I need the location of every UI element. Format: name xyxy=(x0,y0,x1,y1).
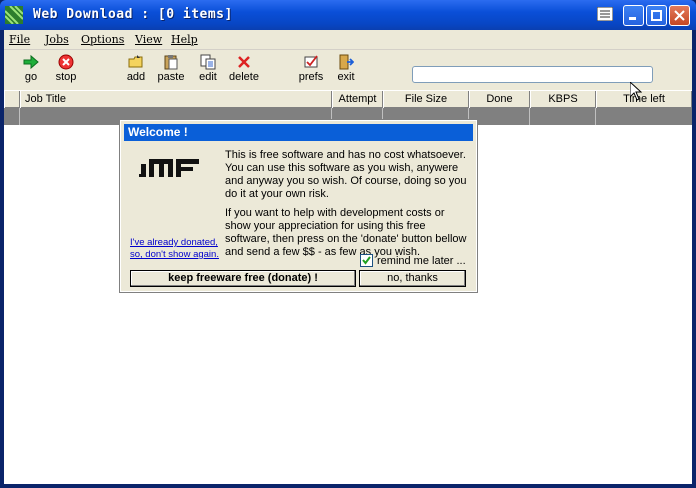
already-donated-link[interactable]: I've already donated, so, don't show aga… xyxy=(130,237,226,261)
menu-help[interactable]: Help xyxy=(171,33,198,46)
column-header-job-title[interactable]: Job Title xyxy=(20,91,332,108)
clipboard-icon xyxy=(164,55,178,70)
paste-label: paste xyxy=(157,71,185,83)
menu-file[interactable]: File xyxy=(9,33,30,46)
menu-view[interactable]: View xyxy=(135,33,162,46)
column-header-kbps[interactable]: KBPS xyxy=(530,91,596,108)
app-window: Web Download : [0 items] File Jobs Optio… xyxy=(0,0,696,488)
system-menu-icon[interactable] xyxy=(597,7,613,21)
exit-button[interactable]: exit xyxy=(335,54,357,83)
no-thanks-button[interactable]: no, thanks xyxy=(359,270,466,287)
add-button[interactable]: add xyxy=(124,54,148,83)
delete-x-icon xyxy=(238,56,250,68)
title-bar[interactable]: Web Download : [0 items] xyxy=(0,0,696,30)
donate-button[interactable]: keep freeware free (donate) ! xyxy=(130,270,356,287)
menu-options[interactable]: Options xyxy=(81,33,124,46)
table-cell xyxy=(4,108,20,125)
column-header-attempt[interactable]: Attempt xyxy=(332,91,383,108)
checklist-icon xyxy=(304,55,318,68)
close-button[interactable] xyxy=(669,5,690,26)
column-label: Done xyxy=(486,93,513,105)
remind-later-checkbox[interactable] xyxy=(360,254,373,267)
checkmark-icon xyxy=(362,256,371,265)
app-icon xyxy=(5,6,23,24)
table-cell xyxy=(469,108,530,125)
table-header: Job Title Attempt File Size Done KBPS Ti… xyxy=(4,90,692,108)
stop-button[interactable]: stop xyxy=(54,54,78,83)
edit-icon xyxy=(200,54,216,70)
add-label: add xyxy=(126,71,146,83)
stop-icon xyxy=(58,54,74,70)
open-folder-icon xyxy=(128,55,143,68)
minimize-button[interactable] xyxy=(623,5,644,26)
go-label: go xyxy=(24,71,38,83)
close-icon xyxy=(674,10,685,21)
exit-door-icon xyxy=(339,54,354,70)
column-label: KBPS xyxy=(548,93,578,105)
edit-button[interactable]: edit xyxy=(197,54,219,83)
column-header-done[interactable]: Done xyxy=(469,91,530,108)
table-cell xyxy=(530,108,596,125)
exit-label: exit xyxy=(337,71,355,83)
column-label: File Size xyxy=(404,93,448,105)
column-header-file-size[interactable]: File Size xyxy=(383,91,469,108)
window-title: Web Download : [0 items] xyxy=(33,7,233,22)
mouse-cursor-icon xyxy=(630,82,642,101)
dialog-paragraph-2: If you want to help with development cos… xyxy=(225,207,467,258)
dialog-paragraph-1: This is free software and has no cost wh… xyxy=(225,149,467,200)
column-header-time-left[interactable]: Time left xyxy=(596,91,692,108)
delete-label: delete xyxy=(229,71,259,83)
edit-label: edit xyxy=(199,71,217,83)
prefs-label: prefs xyxy=(298,71,324,83)
dialog-title: Welcome ! xyxy=(124,124,473,141)
paste-button[interactable]: paste xyxy=(157,54,185,83)
minimize-icon xyxy=(629,17,636,20)
menu-bar: File Jobs Options View Help xyxy=(4,30,692,50)
jmf-logo xyxy=(139,159,199,177)
go-button[interactable]: go xyxy=(21,54,41,83)
column-header-select[interactable] xyxy=(4,91,20,108)
menu-jobs[interactable]: Jobs xyxy=(45,33,69,46)
maximize-button[interactable] xyxy=(646,5,667,26)
prefs-button[interactable]: prefs xyxy=(297,54,325,83)
delete-button[interactable]: delete xyxy=(227,54,261,83)
welcome-dialog: Welcome ! This is free software and has … xyxy=(119,119,478,293)
stop-label: stop xyxy=(55,71,77,83)
arrow-right-icon xyxy=(23,54,39,70)
remind-later-label: remind me later ... xyxy=(377,255,466,267)
column-label: Attempt xyxy=(338,93,377,105)
column-label: Job Title xyxy=(25,93,66,105)
toolbar: go stop add paste edit delete prefs exit xyxy=(4,50,692,90)
url-input[interactable] xyxy=(412,66,653,83)
maximize-icon xyxy=(651,10,662,21)
client-area: File Jobs Options View Help go stop add … xyxy=(4,30,692,484)
